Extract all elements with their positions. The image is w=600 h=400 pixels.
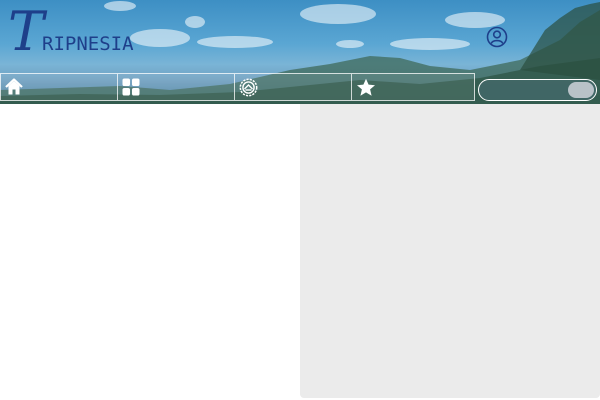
nav-item-categories[interactable] [118,74,235,100]
nav-item-favorites[interactable] [352,74,474,100]
nav-item-home[interactable] [1,74,118,100]
search-toggle-button[interactable] [568,82,594,98]
search-box[interactable] [478,79,597,101]
tripnesia-logo[interactable]: T RIPNESIA [6,0,146,64]
user-circle-icon [486,26,508,48]
home-icon [5,78,23,95]
logo-wordmark: RIPNESIA [42,33,134,55]
user-account-button[interactable] [486,26,508,48]
star-icon [357,78,375,96]
logo-initial: T [8,0,45,63]
header-banner: T RIPNESIA [0,0,600,104]
grid-icon [122,78,140,96]
main-content-area [0,104,300,400]
nav-item-badge[interactable] [235,74,352,100]
search-input[interactable] [485,82,565,98]
badge-icon [239,78,258,97]
main-nav-bar [0,73,475,101]
side-panel [300,104,600,398]
